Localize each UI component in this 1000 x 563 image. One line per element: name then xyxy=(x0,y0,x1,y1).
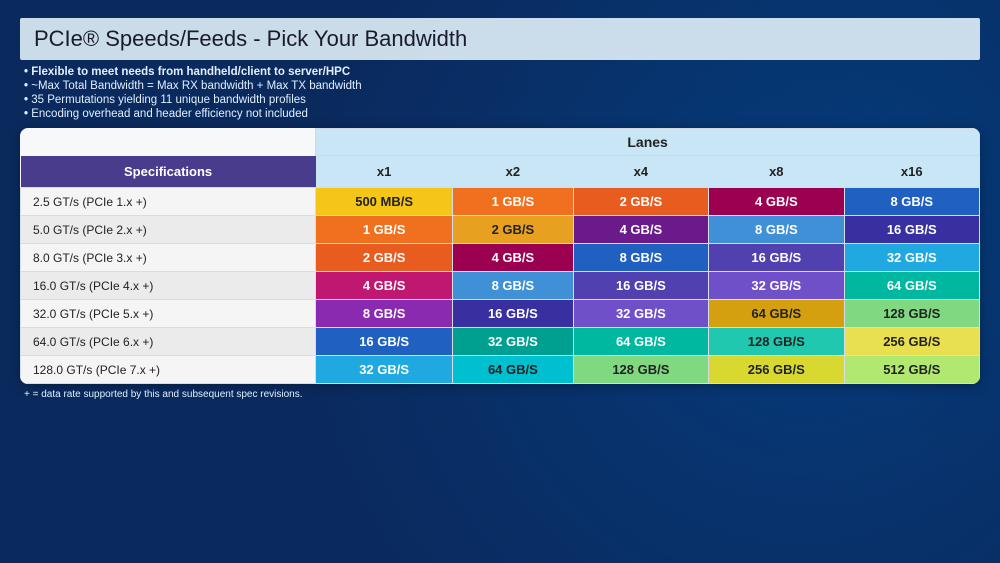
value-cell-r6-c0: 32 GB/S xyxy=(316,356,453,384)
value-cell-r3-c0: 4 GB/S xyxy=(316,272,453,300)
value-cell-r5-c2: 64 GB/S xyxy=(573,328,708,356)
table-row: 32.0 GT/s (PCIe 5.x +)8 GB/S16 GB/S32 GB… xyxy=(21,300,980,328)
value-cell-r1-c3: 8 GB/S xyxy=(709,216,844,244)
value-cell-r2-c4: 32 GB/S xyxy=(844,244,979,272)
col-header-x2: x2 xyxy=(453,156,574,188)
value-cell-r3-c3: 32 GB/S xyxy=(709,272,844,300)
table-body: 2.5 GT/s (PCIe 1.x +)500 MB/S1 GB/S2 GB/… xyxy=(21,188,980,384)
value-cell-r6-c1: 64 GB/S xyxy=(453,356,574,384)
bullet-0: • Flexible to meet needs from handheld/c… xyxy=(24,66,980,78)
table-wrapper: Lanes Specifications x1 x2 x4 x8 x16 2.5… xyxy=(20,128,980,384)
value-cell-r4-c1: 16 GB/S xyxy=(453,300,574,328)
value-cell-r0-c0: 500 MB/S xyxy=(316,188,453,216)
value-cell-r0-c1: 1 GB/S xyxy=(453,188,574,216)
lanes-header-row: Lanes xyxy=(21,129,980,156)
page-title: PCIe® Speeds/Feeds - Pick Your Bandwidth xyxy=(20,18,980,60)
lanes-label: Lanes xyxy=(316,129,980,156)
bandwidth-table: Lanes Specifications x1 x2 x4 x8 x16 2.5… xyxy=(20,128,980,384)
value-cell-r5-c0: 16 GB/S xyxy=(316,328,453,356)
spec-cell-0: 2.5 GT/s (PCIe 1.x +) xyxy=(21,188,316,216)
value-cell-r1-c4: 16 GB/S xyxy=(844,216,979,244)
value-cell-r6-c3: 256 GB/S xyxy=(709,356,844,384)
value-cell-r4-c2: 32 GB/S xyxy=(573,300,708,328)
table-row: 2.5 GT/s (PCIe 1.x +)500 MB/S1 GB/S2 GB/… xyxy=(21,188,980,216)
col-header-x8: x8 xyxy=(709,156,844,188)
value-cell-r1-c0: 1 GB/S xyxy=(316,216,453,244)
col-header-x4: x4 xyxy=(573,156,708,188)
value-cell-r3-c2: 16 GB/S xyxy=(573,272,708,300)
table-row: 5.0 GT/s (PCIe 2.x +)1 GB/S2 GB/S4 GB/S8… xyxy=(21,216,980,244)
spec-cell-6: 128.0 GT/s (PCIe 7.x +) xyxy=(21,356,316,384)
value-cell-r6-c2: 128 GB/S xyxy=(573,356,708,384)
spec-cell-4: 32.0 GT/s (PCIe 5.x +) xyxy=(21,300,316,328)
value-cell-r2-c2: 8 GB/S xyxy=(573,244,708,272)
column-headers-row: Specifications x1 x2 x4 x8 x16 xyxy=(21,156,980,188)
bullet-2: • 35 Permutations yielding 11 unique ban… xyxy=(24,94,980,106)
bullet-3: • Encoding overhead and header efficienc… xyxy=(24,108,980,120)
spec-cell-2: 8.0 GT/s (PCIe 3.x +) xyxy=(21,244,316,272)
empty-corner xyxy=(21,129,316,156)
value-cell-r1-c2: 4 GB/S xyxy=(573,216,708,244)
bullet-list: • Flexible to meet needs from handheld/c… xyxy=(20,66,980,120)
bullet-1: • ~Max Total Bandwidth = Max RX bandwidt… xyxy=(24,80,980,92)
footer-note: + = data rate supported by this and subs… xyxy=(20,384,980,400)
value-cell-r3-c1: 8 GB/S xyxy=(453,272,574,300)
value-cell-r0-c2: 2 GB/S xyxy=(573,188,708,216)
value-cell-r3-c4: 64 GB/S xyxy=(844,272,979,300)
value-cell-r0-c4: 8 GB/S xyxy=(844,188,979,216)
value-cell-r2-c0: 2 GB/S xyxy=(316,244,453,272)
table-row: 64.0 GT/s (PCIe 6.x +)16 GB/S32 GB/S64 G… xyxy=(21,328,980,356)
spec-cell-5: 64.0 GT/s (PCIe 6.x +) xyxy=(21,328,316,356)
table-row: 16.0 GT/s (PCIe 4.x +)4 GB/S8 GB/S16 GB/… xyxy=(21,272,980,300)
col-header-x16: x16 xyxy=(844,156,979,188)
value-cell-r5-c4: 256 GB/S xyxy=(844,328,979,356)
value-cell-r4-c3: 64 GB/S xyxy=(709,300,844,328)
col-header-specs: Specifications xyxy=(21,156,316,188)
value-cell-r0-c3: 4 GB/S xyxy=(709,188,844,216)
spec-cell-3: 16.0 GT/s (PCIe 4.x +) xyxy=(21,272,316,300)
value-cell-r6-c4: 512 GB/S xyxy=(844,356,979,384)
value-cell-r5-c3: 128 GB/S xyxy=(709,328,844,356)
value-cell-r1-c1: 2 GB/S xyxy=(453,216,574,244)
value-cell-r2-c3: 16 GB/S xyxy=(709,244,844,272)
col-header-x1: x1 xyxy=(316,156,453,188)
value-cell-r4-c0: 8 GB/S xyxy=(316,300,453,328)
main-content: PCIe® Speeds/Feeds - Pick Your Bandwidth… xyxy=(0,0,1000,410)
spec-cell-1: 5.0 GT/s (PCIe 2.x +) xyxy=(21,216,316,244)
value-cell-r4-c4: 128 GB/S xyxy=(844,300,979,328)
value-cell-r2-c1: 4 GB/S xyxy=(453,244,574,272)
value-cell-r5-c1: 32 GB/S xyxy=(453,328,574,356)
table-row: 8.0 GT/s (PCIe 3.x +)2 GB/S4 GB/S8 GB/S1… xyxy=(21,244,980,272)
table-row: 128.0 GT/s (PCIe 7.x +)32 GB/S64 GB/S128… xyxy=(21,356,980,384)
